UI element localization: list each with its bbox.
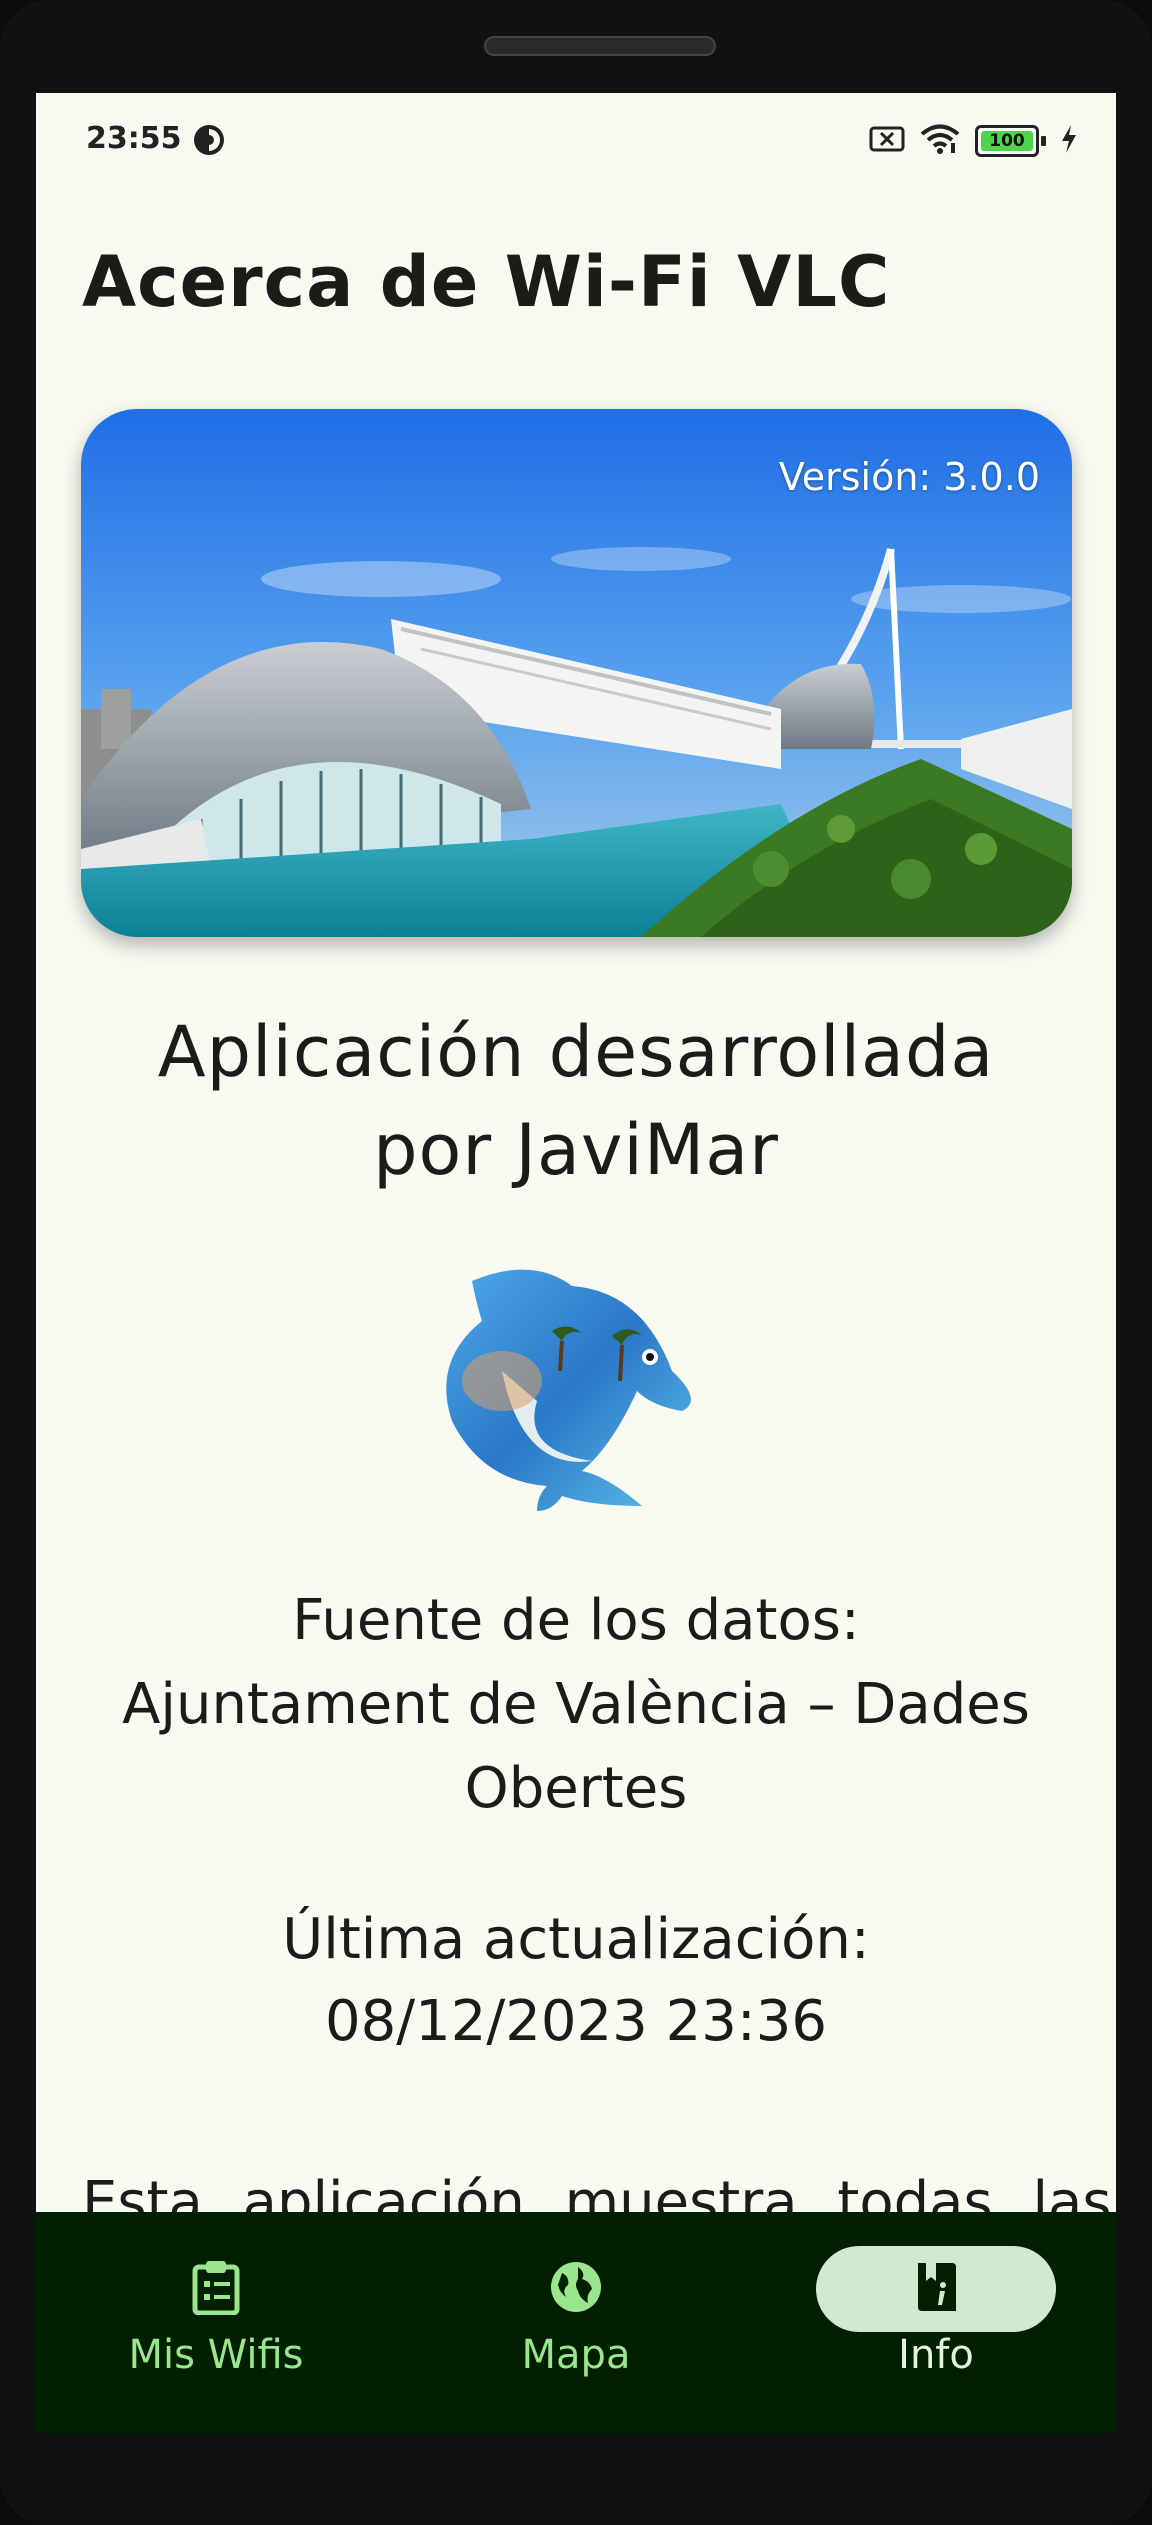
speaker-grille: [484, 36, 716, 56]
app-screen: 23:55 100 Acerca de Wi-Fi VLC Versión: 3…: [36, 93, 1116, 2433]
book-info-icon: [912, 2259, 960, 2319]
bottom-navigation: Mis Wifis Mapa Info: [36, 2212, 1116, 2433]
charging-icon: [1060, 124, 1078, 158]
last-update-label: Última actualización:: [282, 1907, 870, 1972]
dolphin-logo: [442, 1261, 712, 1521]
battery-level: 100: [989, 131, 1025, 151]
data-source-line-3: Obertes: [464, 1756, 688, 1821]
clipboard-list-icon: [190, 2259, 242, 2319]
hero-image-card: Versión: 3.0.0: [81, 409, 1072, 937]
last-update-info: Última actualización: 08/12/2023 23:36: [36, 1899, 1116, 2063]
version-label: Versión: 3.0.0: [778, 455, 1040, 499]
globe-icon: [548, 2259, 604, 2319]
data-source-info: Fuente de los datos: Ajuntament de Valèn…: [36, 1579, 1116, 1831]
status-icons: 100: [869, 123, 1078, 159]
nav-icon-container-active: [816, 2246, 1056, 2332]
battery-tip: [1041, 136, 1046, 146]
nav-icon-container: [456, 2246, 696, 2332]
wifi-icon: [919, 123, 961, 159]
sim-error-icon: [869, 125, 905, 157]
status-bar: 23:55 100: [36, 93, 1116, 191]
nav-label-info: Info: [898, 2332, 974, 2378]
phone-frame: 23:55 100 Acerca de Wi-Fi VLC Versión: 3…: [0, 0, 1152, 2525]
nav-label-mapa: Mapa: [521, 2332, 631, 2378]
developer-line-1: Aplicación desarrollada: [157, 1011, 995, 1093]
battery-indicator: 100: [975, 125, 1039, 157]
nav-item-info[interactable]: Info: [756, 2212, 1116, 2433]
status-time: 23:55: [86, 121, 182, 156]
data-source-line-2: Ajuntament de València – Dades: [122, 1672, 1030, 1737]
page-title: Acerca de Wi-Fi VLC: [82, 241, 891, 323]
nav-item-mis-wifis[interactable]: Mis Wifis: [36, 2212, 396, 2433]
developer-line-2: por JaviMar: [373, 1109, 779, 1191]
last-update-value: 08/12/2023 23:36: [325, 1989, 827, 2054]
nav-label-mis-wifis: Mis Wifis: [128, 2332, 304, 2378]
data-source-line-1: Fuente de los datos:: [292, 1588, 860, 1653]
nav-item-mapa[interactable]: Mapa: [396, 2212, 756, 2433]
developer-credit: Aplicación desarrollada por JaviMar: [36, 1003, 1116, 1199]
nav-icon-container: [96, 2246, 336, 2332]
data-saver-icon: [192, 123, 226, 161]
